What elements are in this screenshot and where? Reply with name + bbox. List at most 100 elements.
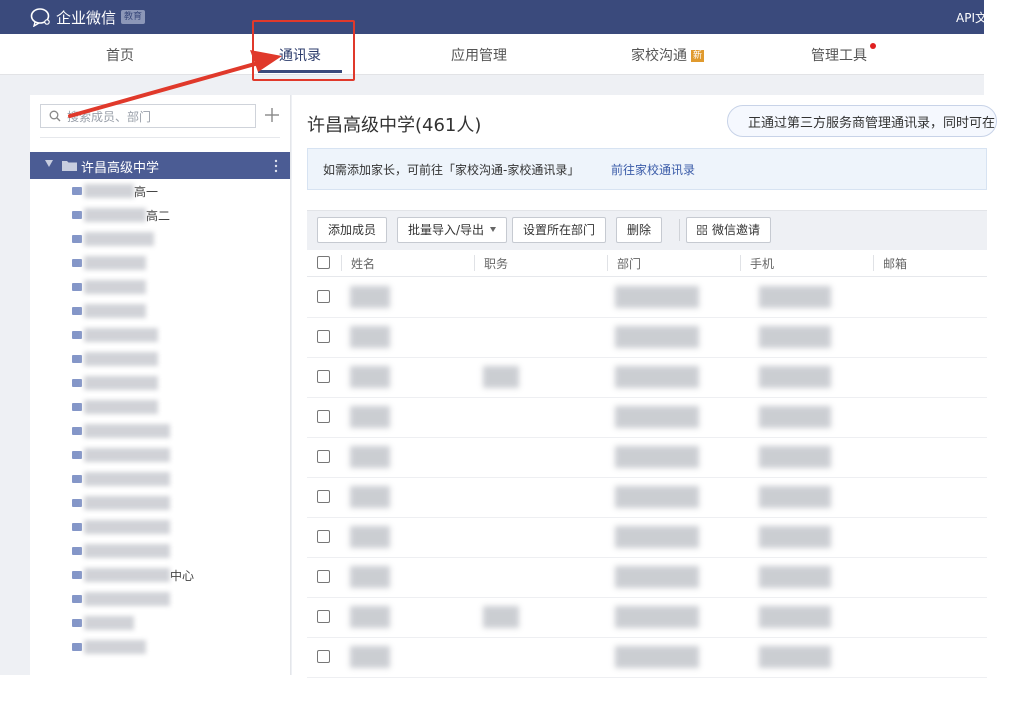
redacted-cell [615, 406, 699, 428]
folder-icon [72, 571, 82, 579]
redacted-cell [759, 486, 831, 508]
parent-contacts-link[interactable]: 前往家校通讯录 [611, 161, 695, 178]
tree-item[interactable]: 中心 [72, 568, 272, 584]
table-row[interactable] [307, 317, 987, 358]
app-logo[interactable]: 企业微信 教育 [30, 7, 146, 27]
tree-item[interactable] [72, 400, 272, 416]
row-checkbox[interactable] [317, 330, 330, 343]
tree-item[interactable] [72, 616, 272, 632]
redacted-department-name [84, 496, 170, 510]
row-checkbox[interactable] [317, 570, 330, 583]
col-name[interactable]: 姓名 [351, 255, 375, 272]
tree-item[interactable] [72, 544, 272, 560]
nav-home-school[interactable]: 家校沟通新 [631, 45, 705, 65]
folder-icon [72, 499, 82, 507]
member-search[interactable] [40, 104, 256, 128]
redacted-cell [759, 406, 831, 428]
row-checkbox[interactable] [317, 490, 330, 503]
collapse-caret-icon[interactable] [45, 160, 53, 167]
col-phone[interactable]: 手机 [750, 255, 774, 272]
more-options-icon[interactable] [274, 158, 278, 174]
table-row[interactable] [307, 477, 987, 518]
redacted-cell [615, 446, 699, 468]
tree-item[interactable] [72, 352, 272, 368]
sidebar-divider [40, 137, 280, 138]
table-row[interactable] [307, 597, 987, 638]
tree-item[interactable] [72, 304, 272, 320]
redacted-department-name [84, 280, 146, 294]
table-row[interactable] [307, 397, 987, 438]
select-all-checkbox[interactable] [317, 256, 330, 269]
column-separator [873, 255, 874, 271]
redacted-cell [350, 326, 390, 348]
third-party-notice[interactable]: 正通过第三方服务商管理通讯录，同时可在 [727, 105, 997, 137]
redacted-cell [759, 366, 831, 388]
redacted-cell [350, 526, 390, 548]
redacted-cell [350, 606, 390, 628]
main-nav: 首页 通讯录 应用管理 家校沟通新 管理工具 [0, 34, 984, 75]
col-email[interactable]: 邮箱 [883, 255, 907, 272]
tree-item[interactable] [72, 520, 272, 536]
row-checkbox[interactable] [317, 410, 330, 423]
table-row[interactable] [307, 557, 987, 598]
redacted-department-name [84, 184, 134, 198]
search-input[interactable] [65, 107, 254, 127]
nav-app-management[interactable]: 应用管理 [451, 45, 507, 65]
tree-root-department[interactable]: 许昌高级中学 [30, 152, 290, 179]
tree-item[interactable] [72, 424, 272, 440]
batch-import-export-button[interactable]: 批量导入/导出 [397, 217, 508, 243]
tree-item[interactable] [72, 256, 272, 272]
root-department-label: 许昌高级中学 [81, 161, 160, 176]
tree-item-label: 高二 [146, 209, 171, 223]
tree-item[interactable] [72, 232, 272, 248]
col-title[interactable]: 职务 [484, 255, 508, 272]
delete-button[interactable]: 删除 [616, 217, 663, 243]
tree-item[interactable] [72, 328, 272, 344]
folder-icon [72, 355, 82, 363]
redacted-cell [350, 286, 390, 308]
wechat-invite-button[interactable]: 微信邀请 [686, 217, 772, 243]
info-bar: 如需添加家长，可前往「家校沟通-家校通讯录」 前往家校通讯录 [307, 148, 987, 190]
tree-item[interactable] [72, 448, 272, 464]
row-checkbox[interactable] [317, 450, 330, 463]
table-row[interactable] [307, 637, 987, 678]
tree-item[interactable]: 高二 [72, 208, 272, 224]
set-department-button[interactable]: 设置所在部门 [512, 217, 607, 243]
toolbar-separator [679, 219, 680, 241]
nav-management-tools[interactable]: 管理工具 [811, 45, 867, 65]
redacted-department-name [84, 376, 158, 390]
add-member-button[interactable]: 添加成员 [317, 217, 388, 243]
new-badge: 新 [691, 50, 705, 62]
redacted-department-name [84, 304, 146, 318]
tree-item[interactable] [72, 496, 272, 512]
search-icon [49, 110, 61, 122]
add-department-icon[interactable] [264, 107, 280, 123]
tree-item[interactable] [72, 472, 272, 488]
redacted-department-name [84, 448, 170, 462]
col-department[interactable]: 部门 [617, 255, 641, 272]
folder-icon [72, 403, 82, 411]
tree-item[interactable]: 高一 [72, 184, 272, 200]
table-row[interactable] [307, 517, 987, 558]
folder-icon [72, 235, 82, 243]
table-row[interactable] [307, 437, 987, 478]
table-row[interactable] [307, 357, 987, 398]
table-row[interactable] [307, 277, 987, 318]
tree-item[interactable] [72, 280, 272, 296]
row-checkbox[interactable] [317, 530, 330, 543]
row-checkbox[interactable] [317, 370, 330, 383]
column-separator [341, 255, 342, 271]
folder-icon [72, 451, 82, 459]
api-doc-link[interactable]: API文 [956, 9, 987, 26]
row-checkbox[interactable] [317, 610, 330, 623]
redacted-department-name [84, 640, 146, 654]
row-checkbox[interactable] [317, 650, 330, 663]
folder-icon [72, 523, 82, 531]
tree-item[interactable] [72, 592, 272, 608]
redacted-department-name [84, 328, 158, 342]
tree-item[interactable] [72, 640, 272, 656]
row-checkbox[interactable] [317, 290, 330, 303]
nav-home[interactable]: 首页 [106, 45, 134, 65]
tree-item[interactable] [72, 376, 272, 392]
column-separator [740, 255, 741, 271]
